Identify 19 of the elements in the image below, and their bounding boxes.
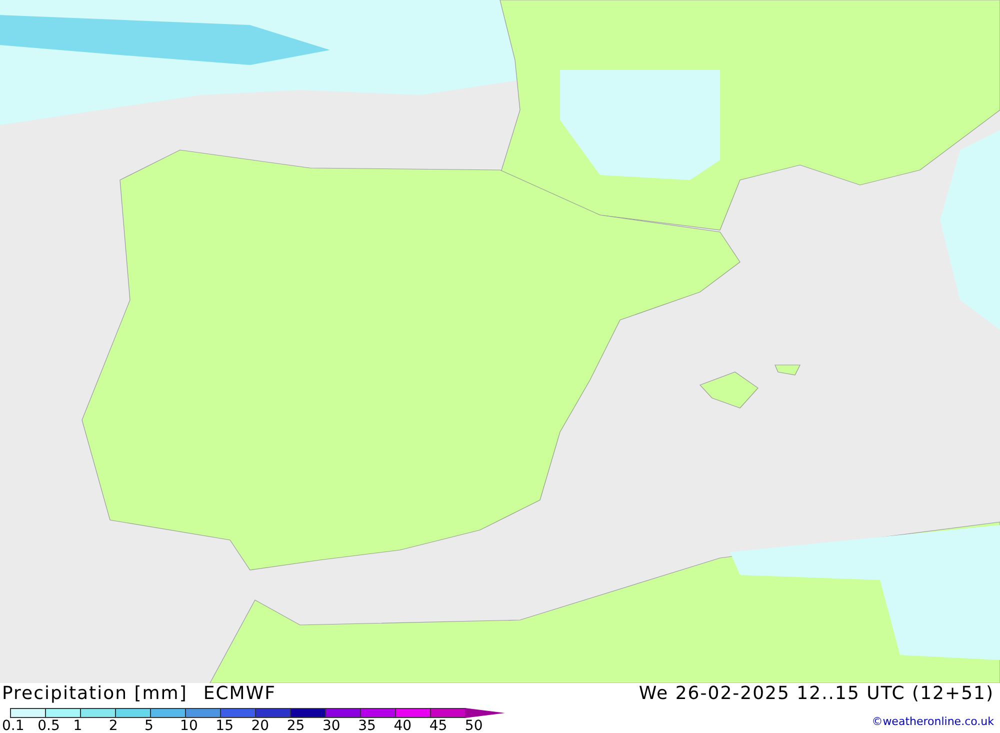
legend-label: 0.1: [2, 719, 26, 733]
model-name: ECMWF: [203, 683, 276, 705]
legend-label: 5: [144, 719, 154, 733]
legend-label: 40: [394, 719, 413, 733]
valid-time: We 26-02-2025 12..15 UTC (12+51): [638, 683, 994, 705]
legend-label: 15: [216, 719, 234, 733]
arrow-icon: [465, 707, 505, 719]
legend-label: 30: [322, 719, 342, 733]
legend-title: Precipitation [mm]: [2, 683, 188, 705]
legend-label: 35: [358, 719, 377, 733]
legend-label: 25: [286, 719, 306, 733]
legend-label: 0.5: [38, 719, 61, 733]
legend-label: 20: [251, 719, 270, 733]
legend-label: 45: [429, 719, 448, 733]
legend-label: 1: [73, 719, 84, 733]
legend-label: 50: [464, 719, 484, 733]
credit-link[interactable]: ©weatheronline.co.uk: [872, 715, 994, 728]
legend-label: 10: [180, 719, 199, 733]
legend-label: 2: [108, 719, 119, 733]
